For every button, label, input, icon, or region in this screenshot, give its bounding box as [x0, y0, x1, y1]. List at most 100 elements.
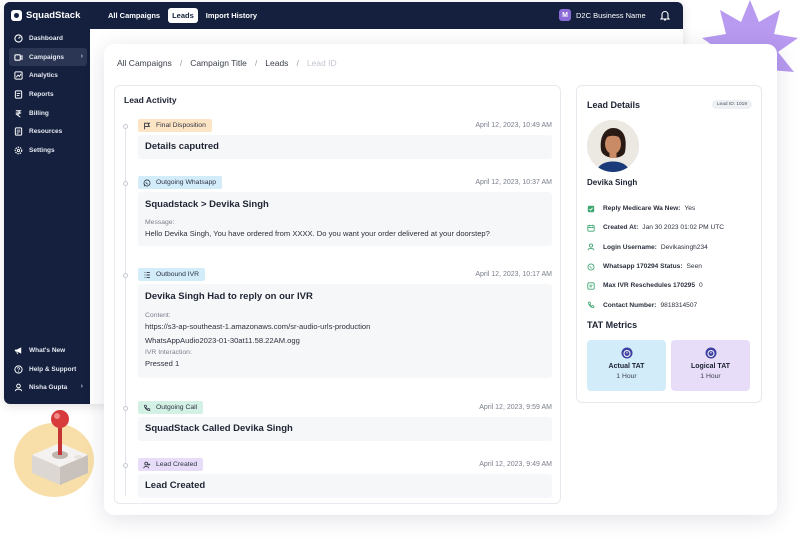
sidebar-item-analytics[interactable]: Analytics [9, 66, 87, 85]
user-icon [13, 383, 23, 393]
content-label: Content: [145, 312, 171, 319]
sidebar-item-campaigns[interactable]: Campaigns › [9, 47, 87, 67]
info-value: 9818314507 [660, 301, 698, 309]
chevron-right-icon: › [80, 52, 83, 60]
sidebar-item-label: Reports [29, 90, 54, 98]
tab-all-campaigns[interactable]: All Campaigns [104, 8, 164, 23]
sidebar-item-resources[interactable]: Resources [9, 122, 87, 141]
stopwatch-icon [705, 347, 716, 359]
avatar [587, 120, 639, 172]
content-file: WhatsAppAudio2023-01-30at11.58.22AM.ogg [145, 336, 300, 345]
user-icon [587, 243, 595, 251]
breadcrumb-all-campaigns[interactable]: All Campaigns [117, 58, 172, 68]
tat-metrics-title: TAT Metrics [587, 320, 638, 330]
sidebar-item-label: Analytics [29, 72, 58, 80]
sidebar-item-label: Nisha Gupta [29, 384, 68, 392]
activity-time: April 12, 2023, 10:17 AM [475, 271, 552, 278]
breadcrumb-campaign-title[interactable]: Campaign Title [190, 58, 247, 68]
whatsapp-icon [587, 263, 595, 271]
sidebar-item-reports[interactable]: Reports [9, 85, 87, 104]
lead-details-panel: Lead Details Lead ID: 1019 Devika Singh … [576, 85, 762, 403]
sidebar: SquadStack Dashboard Campaigns › Analyti… [4, 2, 90, 404]
sidebar-item-dashboard[interactable]: Dashboard [9, 29, 87, 48]
info-value: Seen [686, 263, 702, 271]
resources-icon [13, 127, 23, 137]
activity-time: April 12, 2023, 9:59 AM [479, 404, 552, 411]
page: SquadStack Dashboard Campaigns › Analyti… [0, 0, 800, 554]
info-key: Max IVR Reschedules 170295 [603, 282, 695, 290]
sidebar-item-help[interactable]: Help & Support [9, 360, 87, 379]
activity-box: Lead Created [138, 474, 552, 498]
activity-tag-label: Final Disposition [156, 122, 206, 129]
tab-leads[interactable]: Leads [168, 8, 198, 23]
lead-activity-panel: Lead Activity Final Disposition April 12… [114, 85, 561, 504]
sidebar-item-label: Resources [29, 128, 63, 136]
activity-box: Devika Singh Had to reply on our IVR Con… [138, 284, 552, 378]
activity-tag-label: Lead Created [156, 461, 198, 468]
business-name: D2C Business Name [576, 10, 646, 20]
activity-box: SquadStack Called Devika Singh [138, 417, 552, 441]
info-row: Max IVR Reschedules 170295 0 [587, 276, 757, 295]
brand-name: SquadStack [26, 10, 81, 21]
bell-icon[interactable] [660, 10, 670, 21]
info-row: Login Username: Devikasingh234 [587, 238, 757, 257]
brand-logo[interactable]: SquadStack [11, 10, 80, 21]
breadcrumb-separator: / [179, 58, 183, 68]
activity-headline: Lead Created [145, 480, 206, 491]
sidebar-item-billing[interactable]: Billing [9, 104, 87, 123]
top-tabs: All Campaigns Leads Import History [104, 8, 261, 23]
activity-time: April 12, 2023, 9:49 AM [479, 461, 552, 468]
phone-icon [587, 301, 595, 309]
breadcrumb-lead-id: Lead ID [306, 58, 337, 68]
message-label: Message: [145, 219, 175, 226]
info-key: Created At: [603, 224, 639, 232]
business-badge: M [559, 9, 571, 21]
activity-headline: Squadstack > Devika Singh [145, 199, 269, 210]
breadcrumb-leads[interactable]: Leads [265, 58, 288, 68]
lead-info-list: Reply Medicare Wa New: Yes Created At: J… [587, 199, 757, 315]
ivr-interaction-label: IVR Interaction: [145, 349, 192, 356]
timeline-dot [123, 463, 128, 468]
info-row: Reply Medicare Wa New: Yes [587, 199, 757, 218]
activity-time: April 12, 2023, 10:49 AM [475, 122, 552, 129]
sidebar-bottom-nav: What's New Help & Support Nisha Gupta › [9, 341, 87, 397]
rupee-icon [13, 108, 23, 118]
check-icon [587, 205, 595, 213]
calendar-icon [587, 224, 595, 232]
sidebar-item-settings[interactable]: Settings [9, 141, 87, 160]
gear-icon [13, 145, 23, 155]
megaphone-icon [13, 345, 23, 355]
sidebar-item-label: Campaigns [29, 53, 65, 61]
business-switcher[interactable]: M D2C Business Name [559, 9, 646, 21]
tat-card-logical: Logical TAT 1 Hour [671, 340, 750, 391]
stopwatch-icon [621, 347, 632, 359]
timeline-dot [123, 124, 128, 129]
sidebar-item-whats-new[interactable]: What's New [9, 341, 87, 360]
campaigns-icon [13, 52, 23, 62]
timeline-dot [123, 181, 128, 186]
ivr-interaction-value: Pressed 1 [145, 359, 180, 368]
info-key: Login Username: [603, 243, 657, 251]
analytics-icon [13, 71, 23, 81]
info-value: Devikasingh234 [660, 243, 708, 251]
sidebar-item-label: Help & Support [29, 365, 77, 373]
lead-activity-title: Lead Activity [124, 95, 177, 105]
sidebar-item-label: Dashboard [29, 34, 63, 42]
ivr-icon [587, 282, 595, 290]
content-url: https://s3-ap-southeast-1.amazonaws.com/… [145, 322, 371, 331]
tat-label: Actual TAT [608, 363, 645, 370]
lead-icon [143, 461, 151, 469]
lead-name: Devika Singh [587, 178, 638, 187]
phone-icon [143, 404, 151, 412]
activity-tag: Outgoing Call [138, 401, 204, 414]
sidebar-item-profile[interactable]: Nisha Gupta › [9, 378, 87, 397]
timeline-dot [123, 406, 128, 411]
tab-import-history[interactable]: Import History [202, 8, 261, 23]
info-key: Reply Medicare Wa New: [603, 205, 681, 213]
lead-detail-card: All Campaigns / Campaign Title / Leads /… [104, 44, 777, 515]
info-row: Contact Number: 9818314507 [587, 295, 757, 314]
activity-box: Details caputred [138, 135, 552, 159]
activity-box: Squadstack > Devika Singh Message: Hello… [138, 192, 552, 246]
flag-icon [143, 122, 151, 130]
activity-tag-label: Outbound IVR [156, 271, 200, 278]
